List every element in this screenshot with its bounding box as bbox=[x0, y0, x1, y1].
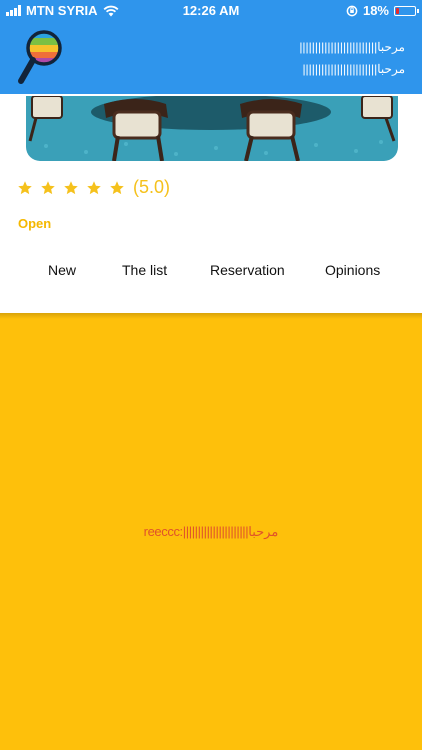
magnifier-logo-icon[interactable] bbox=[16, 28, 64, 88]
battery-icon bbox=[394, 5, 419, 16]
tab-the-list[interactable]: The list bbox=[122, 262, 167, 278]
open-status-label: Open bbox=[18, 216, 52, 231]
rating-stars bbox=[16, 179, 131, 197]
tab-new[interactable]: New bbox=[48, 262, 76, 278]
star-icon bbox=[41, 180, 55, 194]
status-bar: MTN SYRIA 12:26 AM 18% bbox=[0, 0, 422, 22]
header-greeting-line-1: مرحبا||||||||||||||||||||||||| bbox=[299, 40, 405, 54]
star-icon bbox=[64, 180, 78, 194]
battery-percent: 18% bbox=[362, 3, 389, 18]
venue-rating: (5.0) bbox=[16, 177, 170, 198]
star-icon bbox=[110, 180, 124, 194]
tab-content-panel: reeccc:||||||||||||||||||||||مرحبا bbox=[0, 313, 422, 750]
tab-opinions[interactable]: Opinions bbox=[325, 262, 380, 278]
panel-shadow bbox=[0, 313, 422, 319]
star-icon bbox=[87, 180, 101, 194]
rating-value: (5.0) bbox=[133, 177, 171, 197]
star-icon bbox=[18, 180, 32, 194]
orientation-lock-icon bbox=[346, 5, 358, 16]
content-text: reeccc:||||||||||||||||||||||مرحبا bbox=[143, 524, 279, 539]
header-greeting-line-2: مرحبا|||||||||||||||||||||||| bbox=[302, 62, 405, 76]
venue-photo bbox=[26, 96, 398, 161]
tab-bar: New The list Reservation Opinions bbox=[0, 262, 422, 292]
battery-level bbox=[396, 7, 399, 14]
tab-reservation[interactable]: Reservation bbox=[210, 262, 285, 278]
app-header: مرحبا||||||||||||||||||||||||| مرحبا||||… bbox=[0, 22, 422, 94]
status-bar-right: 18% bbox=[346, 3, 419, 18]
